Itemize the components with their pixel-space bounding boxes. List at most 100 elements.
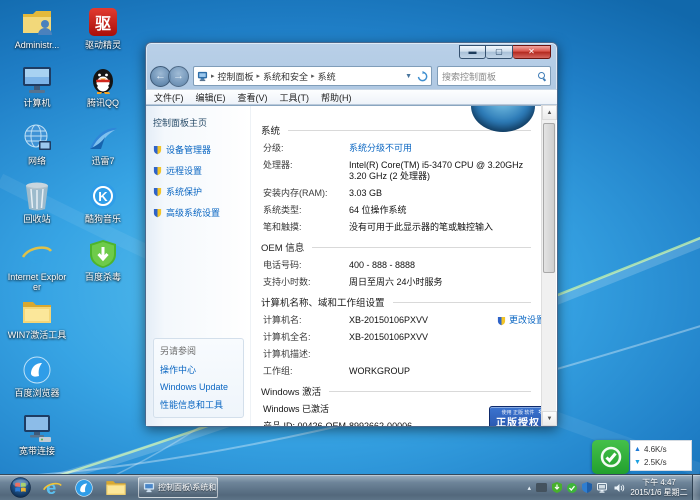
desktop-icon-label: Administr... bbox=[6, 40, 68, 50]
tray-security-icon[interactable] bbox=[582, 482, 592, 493]
sidebar-label: 设备管理器 bbox=[166, 143, 211, 156]
field-label: 工作组: bbox=[263, 366, 349, 377]
activation-status: Windows 已激活 bbox=[263, 404, 329, 415]
sidebar-item-advanced-system-settings[interactable]: 高级系统设置 bbox=[153, 206, 250, 219]
rating-unavailable-link[interactable]: 系统分级不可用 bbox=[349, 143, 412, 154]
row-support-hours: 支持小时数: 周日至周六 24小时服务 bbox=[263, 277, 531, 288]
show-desktop-button[interactable] bbox=[692, 475, 700, 500]
crumb-separator: ▸ bbox=[311, 72, 315, 80]
scrollbar-thumb[interactable] bbox=[543, 123, 555, 273]
row-system-type: 系统类型: 64 位操作系统 bbox=[263, 205, 531, 216]
taskbar-baidu-browser-icon[interactable] bbox=[72, 477, 96, 499]
user-folder-icon bbox=[20, 6, 54, 38]
download-speed: ▼2.5K/s bbox=[634, 456, 688, 469]
taskbar-ie-icon[interactable]: e bbox=[40, 477, 64, 499]
desktop-icon-label: 计算机 bbox=[6, 98, 68, 108]
vertical-scrollbar[interactable]: ▲ ▼ bbox=[541, 105, 556, 426]
breadcrumb-system-security[interactable]: 系统和安全 bbox=[263, 70, 308, 83]
sidebar-item-remote-settings[interactable]: 远程设置 bbox=[153, 164, 250, 177]
desktop-icon-network[interactable]: 网络 bbox=[6, 122, 68, 166]
svg-text:e: e bbox=[46, 478, 56, 498]
product-id: 产品 ID: 00426-OEM-8992662-00006 bbox=[263, 421, 412, 426]
desktop-icon-qq[interactable]: 腾讯QQ bbox=[72, 64, 134, 108]
hidden-icons-arrow[interactable]: ▴ bbox=[527, 484, 531, 492]
menu-file[interactable]: 文件(F) bbox=[154, 91, 184, 104]
menu-help[interactable]: 帮助(H) bbox=[321, 91, 352, 104]
desktop-icon-label: 迅雷7 bbox=[72, 156, 134, 166]
genuine-license-badge[interactable]: ✻ 使用 正版 软件 正版授权 安全 稳定 声誉 bbox=[489, 406, 547, 426]
desktop-icon-label: Internet Explorer bbox=[6, 272, 68, 292]
up-arrow-icon: ▲ bbox=[634, 443, 641, 456]
desktop-icon-driver-genius[interactable]: 驱 驱动精灵 bbox=[72, 6, 134, 50]
download-value: 2.5K/s bbox=[644, 456, 667, 469]
sidebar-item-device-manager[interactable]: 设备管理器 bbox=[153, 143, 250, 156]
field-label: 计算机名: bbox=[263, 315, 349, 326]
breadcrumb-control-panel[interactable]: 控制面板 bbox=[218, 70, 254, 83]
scroll-down-arrow[interactable]: ▼ bbox=[542, 411, 557, 426]
antivirus-check-icon[interactable] bbox=[592, 440, 629, 474]
desktop-icon-win7-activator[interactable]: WIN7激活工具 bbox=[6, 296, 68, 340]
desktop-icon-broadband[interactable]: 宽带连接 bbox=[6, 412, 68, 456]
svg-text:e: e bbox=[28, 239, 44, 269]
sidebar-item-performance-tools[interactable]: 性能信息和工具 bbox=[160, 398, 237, 411]
tray-update-icon[interactable] bbox=[567, 483, 577, 493]
breadcrumb-system[interactable]: 系统 bbox=[318, 70, 336, 83]
task-window-icon bbox=[143, 482, 155, 493]
antivirus-shield-icon bbox=[86, 238, 120, 270]
network-globe-icon bbox=[20, 122, 54, 154]
scroll-up-arrow[interactable]: ▲ bbox=[542, 105, 557, 120]
sidebar-item-action-center[interactable]: 操作中心 bbox=[160, 363, 237, 376]
see-also-panel: 另请参阅 操作中心 Windows Update 性能信息和工具 bbox=[153, 338, 244, 418]
broadband-connection-icon bbox=[20, 412, 54, 444]
tray-volume-icon[interactable] bbox=[614, 483, 625, 493]
taskbar-clock[interactable]: 下午 4:47 2015/1/6 星期二 bbox=[630, 478, 688, 498]
driver-genius-icon: 驱 bbox=[86, 6, 120, 38]
menu-edit[interactable]: 编辑(E) bbox=[196, 91, 226, 104]
baidu-browser-icon bbox=[20, 354, 54, 386]
field-value: WORKGROUP bbox=[349, 366, 410, 377]
desktop-icon-kugou[interactable]: K 酷狗音乐 bbox=[72, 180, 134, 224]
taskbar-explorer-icon[interactable] bbox=[104, 477, 128, 499]
start-button[interactable] bbox=[8, 477, 32, 499]
desktop-icon-baidu-browser[interactable]: 百度浏览器 bbox=[6, 354, 68, 398]
sidebar-item-windows-update[interactable]: Windows Update bbox=[160, 382, 237, 392]
task-button-label: 控制面板\系统和... bbox=[158, 482, 218, 493]
tray-ime-icon[interactable] bbox=[536, 483, 547, 492]
desktop-icon-thunder7[interactable]: 迅雷7 bbox=[72, 122, 134, 166]
change-settings-link[interactable]: 更改设置 bbox=[509, 315, 545, 326]
desktop-icon-baidu-antivirus[interactable]: 百度杀毒 bbox=[72, 238, 134, 282]
net-speed-widget[interactable]: ▲4.6K/s ▼2.5K/s bbox=[592, 440, 692, 474]
address-bar[interactable]: ▸ 控制面板 ▸ 系统和安全 ▸ 系统 ▼ bbox=[193, 66, 432, 86]
change-settings[interactable]: 更改设置 bbox=[497, 315, 545, 326]
uac-shield-icon bbox=[153, 166, 162, 176]
search-icon[interactable] bbox=[538, 72, 546, 80]
field-label: 处理器: bbox=[263, 160, 349, 182]
badge-line1: 使用 正版 软件 bbox=[490, 410, 546, 417]
tray-network-icon[interactable] bbox=[597, 483, 609, 493]
minimize-button[interactable]: ▬ bbox=[459, 45, 486, 59]
sidebar-label: 高级系统设置 bbox=[166, 206, 220, 219]
taskbar-task-control-panel[interactable]: 控制面板\系统和... bbox=[138, 477, 218, 498]
sidebar-label: 远程设置 bbox=[166, 164, 202, 177]
desktop-icon-label: 腾讯QQ bbox=[72, 98, 134, 108]
tray-antivirus-icon[interactable] bbox=[552, 482, 562, 493]
refresh-icon[interactable] bbox=[417, 71, 428, 82]
desktop-icon-computer[interactable]: 计算机 bbox=[6, 64, 68, 108]
thunder-bird-icon bbox=[86, 122, 120, 154]
activation-block: Windows 已激活 产品 ID: 00426-OEM-8992662-000… bbox=[261, 404, 531, 426]
desktop-icon-recycle-bin[interactable]: 回收站 bbox=[6, 180, 68, 224]
field-value: 3.03 GB bbox=[349, 188, 382, 199]
sidebar-item-control-panel-home[interactable]: 控制面板主页 bbox=[153, 116, 250, 129]
upload-value: 4.6K/s bbox=[644, 443, 667, 456]
forward-button[interactable]: → bbox=[168, 66, 189, 87]
window-titlebar[interactable]: ▬ ▢ ✕ bbox=[146, 43, 557, 63]
maximize-button[interactable]: ▢ bbox=[486, 45, 513, 59]
desktop-icon-administrator[interactable]: Administr... bbox=[6, 6, 68, 50]
close-button[interactable]: ✕ bbox=[513, 45, 551, 59]
menu-view[interactable]: 查看(V) bbox=[238, 91, 268, 104]
desktop-icon-internet-explorer[interactable]: e Internet Explorer bbox=[6, 238, 68, 292]
search-box[interactable]: 搜索控制面板 bbox=[437, 66, 551, 86]
address-dropdown-icon[interactable]: ▼ bbox=[405, 73, 412, 80]
sidebar-item-system-protection[interactable]: 系统保护 bbox=[153, 185, 250, 198]
menu-tools[interactable]: 工具(T) bbox=[280, 91, 310, 104]
